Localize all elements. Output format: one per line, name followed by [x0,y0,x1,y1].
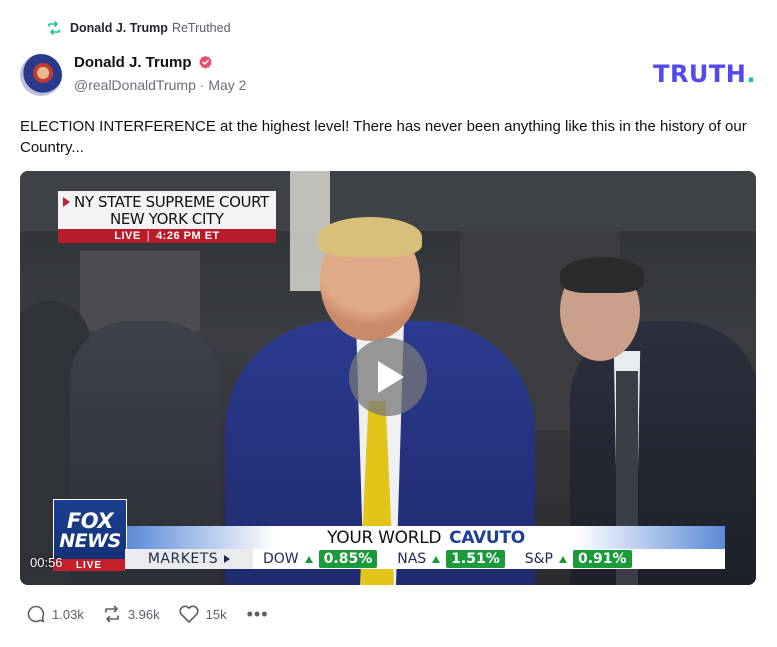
reply-button[interactable]: 1.03k [26,604,84,624]
retruth-action-icon [105,605,119,623]
play-icon [378,361,404,393]
person-main-hair [318,217,422,257]
markets-label: MARKETS [147,551,219,567]
play-button[interactable] [349,338,427,416]
ticker-value: 0.91% [573,550,632,568]
fox-logo-line-1: FOX [66,509,114,533]
retruth-button[interactable]: 3.96k [102,604,160,624]
retruth-count: 3.96k [127,606,160,622]
court-line-1: NY STATE SUPREME COURT [74,193,269,211]
video-player[interactable]: NY STATE SUPREME COURT NEW YORK CITY LIV… [20,171,756,585]
truth-logo-dot: . [746,60,756,88]
avatar[interactable] [20,54,62,96]
truth-logo-text: TRUTH [653,60,747,88]
reply-icon [27,605,45,623]
post-date[interactable]: May 2 [208,77,246,93]
separator-dot: · [199,77,205,93]
fox-live-tag: LIVE [53,559,125,571]
ticker-item: NAS 1.51% [387,550,515,568]
fox-news-logo: FOX NEWS [53,499,127,563]
show-host: CAVUTO [449,528,525,548]
retruth-user-name[interactable]: Donald J. Trump [70,21,168,35]
more-options-icon[interactable]: ••• [247,605,269,623]
court-location-banner: NY STATE SUPREME COURT NEW YORK CITY LIV… [58,191,276,243]
post-text: ELECTION INTERFERENCE at the highest lev… [20,118,747,156]
live-separator: | [146,230,151,242]
author-name[interactable]: Donald J. Trump [74,54,192,71]
video-timestamp: 00:56 [30,555,63,570]
up-arrow-icon [304,555,313,563]
truth-logo[interactable]: TRUTH. [653,60,756,88]
verified-badge-icon [198,55,213,70]
post-actions: 1.03k 3.96k 15k ••• [26,604,269,624]
ticker-value: 0.85% [318,550,378,568]
ticker-item: S&P 0.91% [515,550,642,568]
retruth-header: Donald J. Trump ReTruthed [46,18,231,38]
market-ticker: MARKETS DOW 0.85% NAS 1.51% S&P 0.91% [125,549,725,569]
author-handle[interactable]: @realDonaldTrump [74,77,196,93]
up-arrow-icon [432,555,441,563]
author-info: Donald J. Trump @realDonaldTrump · May 2 [74,54,246,93]
like-button[interactable]: 15k [178,604,227,624]
retruth-label: ReTruthed [171,21,231,35]
heart-icon [179,605,199,623]
ticker-symbol: NAS [397,551,427,567]
court-live-bar: LIVE | 4:26 PM ET [58,229,276,243]
ticker-item: DOW 0.85% [253,550,387,568]
ticker-symbol: DOW [263,551,299,567]
up-arrow-icon [559,555,567,563]
live-label: LIVE [114,230,141,242]
red-arrow-icon [63,197,70,207]
show-banner: YOUR WORLD CAVUTO [127,526,725,550]
court-line-2: NEW YORK CITY [110,210,224,228]
video-background-window [80,251,200,331]
fox-logo-line-2: NEWS [59,530,121,552]
live-time: 4:26 PM ET [156,230,220,242]
reply-count: 1.03k [52,606,84,622]
retruth-icon [46,20,62,36]
ticker-value: 1.51% [446,550,505,568]
person-right-hair [560,257,644,293]
markets-arrow-icon [224,555,231,563]
markets-label-box: MARKETS [125,549,253,569]
ticker-symbol: S&P [524,551,553,567]
like-count: 15k [205,606,227,622]
author-handle-row: @realDonaldTrump · May 2 [74,77,246,93]
show-title: YOUR WORLD [327,528,442,548]
